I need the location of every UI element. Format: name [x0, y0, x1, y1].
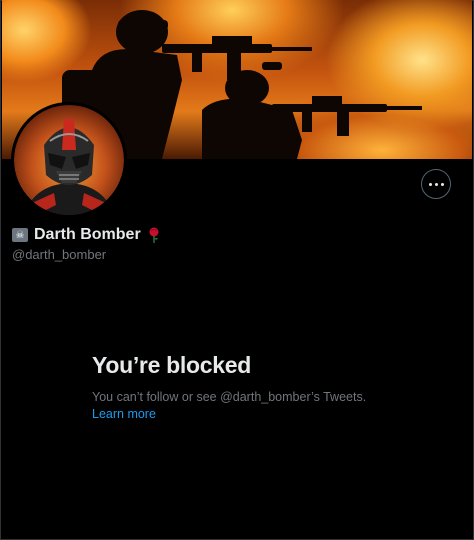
profile-handle: @darth_bomber [12, 247, 107, 262]
blocked-description: You can’t follow or see @darth_bomber’s … [92, 390, 367, 404]
profile-avatar[interactable] [11, 102, 127, 218]
learn-more-link[interactable]: Learn more [92, 406, 156, 422]
more-options-button[interactable] [421, 169, 451, 199]
rose-icon [149, 227, 159, 243]
blocked-title: You’re blocked [92, 352, 251, 378]
display-name: Darth Bomber [34, 226, 141, 243]
avatar-helmet-image [14, 105, 124, 215]
pirate-flag-icon: ☠ [12, 228, 28, 242]
blocked-notice: You’re blocked You can’t follow or see @… [92, 352, 412, 423]
profile-name-row: ☠ Darth Bomber [12, 226, 161, 244]
more-horizontal-icon [427, 182, 445, 186]
